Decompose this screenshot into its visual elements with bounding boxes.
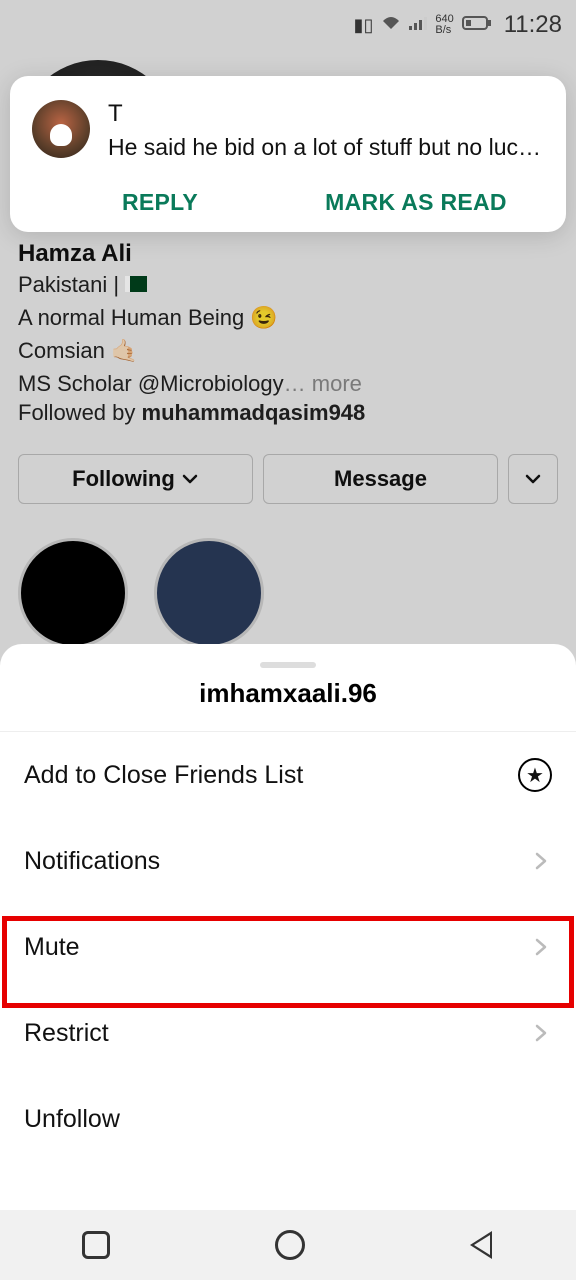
notification-sender: T bbox=[108, 100, 544, 128]
chevron-down-icon bbox=[181, 470, 199, 488]
followed-by: Followed by muhammadqasim948 bbox=[18, 400, 558, 426]
item-label: Restrict bbox=[24, 1019, 109, 1048]
bio-line-3: Comsian 🤙🏻 bbox=[18, 334, 558, 367]
chevron-right-icon bbox=[530, 850, 552, 872]
bottom-sheet: imhamxaali.96 Add to Close Friends List … bbox=[0, 644, 576, 1210]
notifications-item[interactable]: Notifications bbox=[0, 818, 576, 904]
clock: 11:28 bbox=[504, 11, 562, 39]
bio-line-1: Pakistani | bbox=[18, 268, 558, 301]
profile-name: Hamza Ali bbox=[18, 240, 558, 268]
mute-item[interactable]: Mute bbox=[0, 904, 576, 990]
home-button[interactable] bbox=[275, 1230, 305, 1260]
chevron-down-icon bbox=[524, 470, 542, 488]
bio-line-4: MS Scholar @Microbiology… more bbox=[18, 367, 558, 400]
vibrate-icon: ▮▯ bbox=[354, 15, 374, 36]
more-link[interactable]: more bbox=[306, 371, 362, 396]
status-bar: ▮▯ 640B/s 11:28 bbox=[0, 0, 576, 50]
stories-row bbox=[18, 538, 558, 648]
unfollow-item[interactable]: Unfollow bbox=[0, 1076, 576, 1162]
story-highlight[interactable] bbox=[154, 538, 264, 648]
chevron-right-icon bbox=[530, 936, 552, 958]
bio-line-2: A normal Human Being 😉 bbox=[18, 301, 558, 334]
item-label: Notifications bbox=[24, 847, 160, 876]
story-highlight[interactable] bbox=[18, 538, 128, 648]
suggestions-button[interactable] bbox=[508, 454, 558, 504]
close-friends-item[interactable]: Add to Close Friends List ★ bbox=[0, 732, 576, 818]
notification-card[interactable]: T He said he bid on a lot of stuff but n… bbox=[10, 76, 566, 232]
notification-avatar bbox=[32, 100, 90, 158]
notification-message: He said he bid on a lot of stuff but no … bbox=[108, 134, 544, 161]
item-label: Add to Close Friends List bbox=[24, 761, 303, 790]
system-navbar bbox=[0, 1210, 576, 1280]
recent-apps-button[interactable] bbox=[82, 1231, 110, 1259]
wifi-icon bbox=[381, 15, 401, 36]
message-button[interactable]: Message bbox=[263, 454, 498, 504]
drag-handle[interactable] bbox=[260, 662, 316, 668]
net-speed: 640B/s bbox=[435, 14, 453, 36]
item-label: Mute bbox=[24, 933, 80, 962]
back-button[interactable] bbox=[470, 1230, 494, 1260]
restrict-item[interactable]: Restrict bbox=[0, 990, 576, 1076]
item-label: Unfollow bbox=[24, 1105, 120, 1134]
mark-as-read-button[interactable]: MARK AS READ bbox=[288, 189, 544, 216]
star-icon: ★ bbox=[518, 758, 552, 792]
action-row: Following Message bbox=[18, 454, 558, 504]
flag-icon bbox=[125, 276, 147, 292]
signal-icon bbox=[409, 15, 427, 36]
chevron-right-icon bbox=[530, 1022, 552, 1044]
reply-button[interactable]: REPLY bbox=[32, 189, 288, 216]
sheet-title: imhamxaali.96 bbox=[0, 678, 576, 731]
following-button[interactable]: Following bbox=[18, 454, 253, 504]
battery-icon bbox=[462, 15, 492, 36]
